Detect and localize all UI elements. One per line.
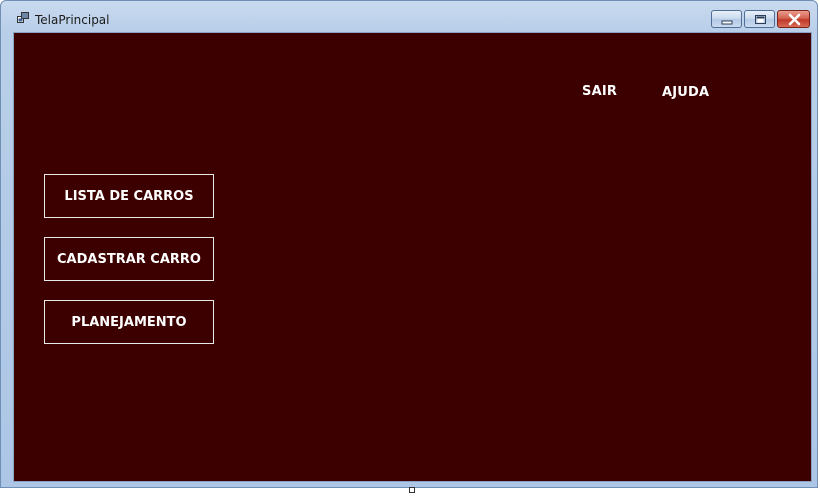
title-bar[interactable]: TelaPrincipal (1, 1, 817, 32)
close-icon (788, 13, 801, 26)
maximize-icon (755, 15, 766, 24)
app-icon (17, 12, 29, 23)
main-panel: SAIR AJUDA LISTA DE CARROS CADASTRAR CAR… (13, 32, 812, 482)
car-list-button-label: LISTA DE CARROS (64, 188, 194, 204)
planning-button[interactable]: PLANEJAMENTO (44, 300, 214, 344)
minimize-icon (721, 20, 733, 25)
exit-link[interactable]: SAIR (582, 84, 617, 99)
register-car-button[interactable]: CADASTRAR CARRO (44, 237, 214, 281)
close-button[interactable] (777, 10, 810, 28)
car-list-button[interactable]: LISTA DE CARROS (44, 174, 214, 218)
help-link[interactable]: AJUDA (662, 85, 709, 100)
resize-grip-handle[interactable] (409, 487, 415, 493)
minimize-button[interactable] (711, 10, 742, 28)
maximize-button[interactable] (744, 10, 775, 28)
window-title: TelaPrincipal (35, 13, 110, 27)
register-car-button-label: CADASTRAR CARRO (57, 251, 201, 267)
application-window: TelaPrincipal SAIR AJUDA LISTA DE CARROS (0, 0, 818, 488)
planning-button-label: PLANEJAMENTO (71, 314, 187, 330)
